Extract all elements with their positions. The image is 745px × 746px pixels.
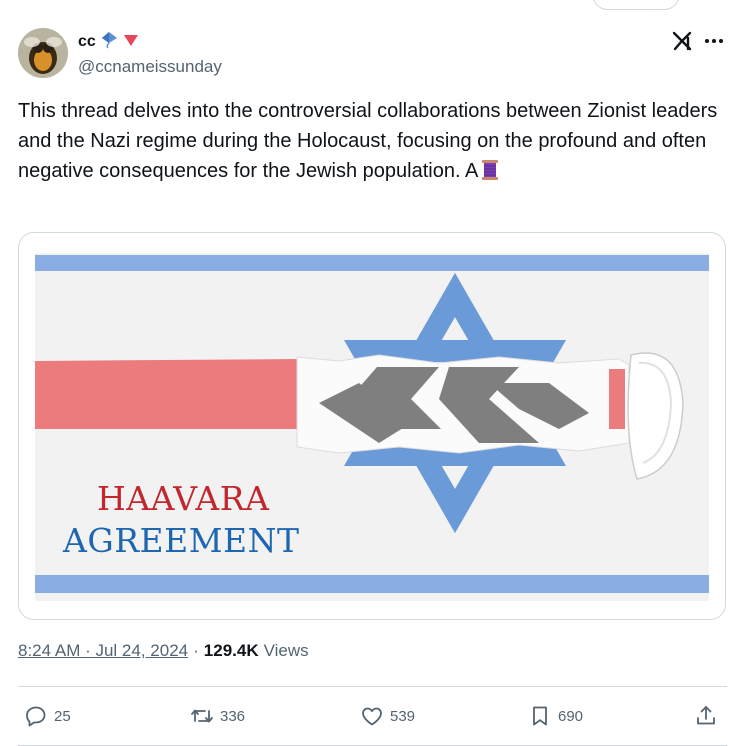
reply-count: 25: [54, 707, 71, 725]
bookmark-icon: [533, 706, 547, 726]
grok-icon[interactable]: [671, 30, 693, 52]
more-icon[interactable]: [703, 30, 725, 52]
share-button[interactable]: [694, 700, 718, 732]
action-bar: 25 336 539 690: [18, 700, 727, 732]
meta-separator: ·: [193, 641, 199, 660]
kite-emoji-icon: [99, 31, 119, 54]
repost-icon: [191, 709, 213, 723]
like-count: 539: [390, 707, 416, 725]
image-title-agreement: AGREEMENT: [63, 521, 300, 560]
views-count: 129.4K: [203, 641, 259, 660]
views-label: Views: [263, 641, 309, 660]
haavara-image-art: [19, 233, 725, 619]
reply-icon: [26, 706, 46, 727]
like-button[interactable]: 539: [360, 700, 415, 732]
divider-top: [18, 686, 727, 687]
bookmark-button[interactable]: 690: [528, 700, 583, 732]
like-icon: [362, 707, 382, 726]
tweet-meta: 8:24 AM · Jul 24, 2024 · 129.4K Views: [18, 641, 309, 661]
author-block: cc @ccnameissunday: [78, 31, 222, 77]
share-icon: [697, 706, 715, 725]
reply-button[interactable]: 25: [24, 700, 71, 732]
thread-spool-emoji-icon: [480, 159, 500, 190]
bookmark-count: 690: [558, 707, 584, 725]
red-triangle-icon: [122, 33, 140, 52]
follow-button[interactable]: [592, 0, 680, 10]
author-handle[interactable]: @ccnameissunday: [78, 57, 222, 77]
repost-button[interactable]: 336: [190, 700, 245, 732]
avatar[interactable]: [18, 28, 68, 78]
timestamp-link[interactable]: 8:24 AM · Jul 24, 2024: [18, 641, 188, 661]
tweet-text: This thread delves into the controversia…: [18, 96, 728, 190]
tweet-body: This thread delves into the controversia…: [18, 100, 718, 182]
tweet-header: cc @ccnameissunday: [18, 28, 727, 80]
image-title-haavara: HAAVARA: [97, 479, 270, 518]
media-image[interactable]: HAAVARA AGREEMENT: [18, 232, 726, 620]
display-name[interactable]: cc: [78, 33, 96, 51]
repost-count: 336: [220, 707, 246, 725]
